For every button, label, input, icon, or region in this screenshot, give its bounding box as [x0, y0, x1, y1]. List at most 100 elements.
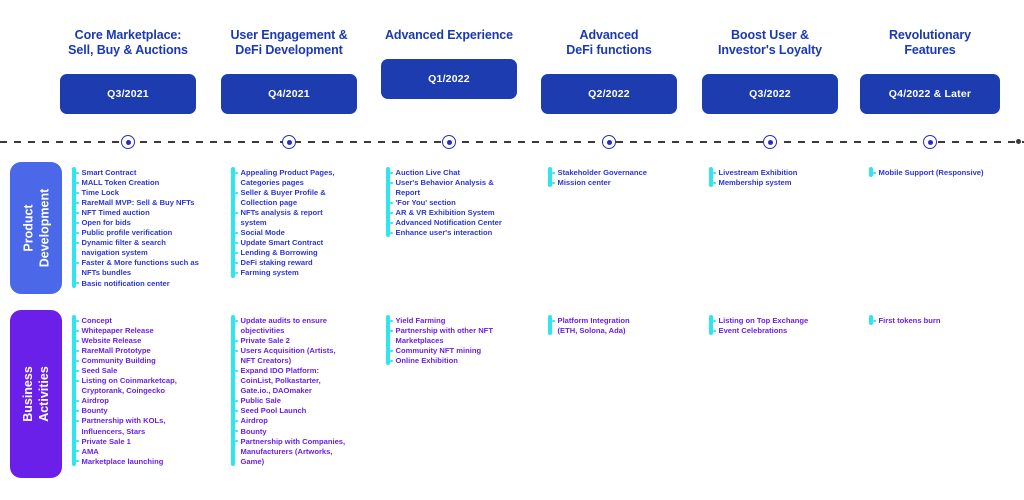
list-item: Partnership with Companies, Manufacturer… — [235, 436, 346, 466]
list-business-col2: Update audits to ensure objectivities Pri… — [235, 315, 346, 467]
list-product-col5: Livestream Exhibition Membership system — [713, 167, 797, 188]
accent-bar — [869, 315, 873, 325]
list-item: Open for bids — [76, 218, 199, 228]
row-label-line1: Product — [21, 204, 35, 252]
list-product-col3: Auction Live Chat User's Behavior Analysi… — [390, 167, 502, 238]
row-label-line1: Business — [21, 366, 35, 422]
column-header-1: Core Marketplace: Sell, Buy & Auctions Q… — [48, 28, 208, 114]
accent-bar — [869, 167, 873, 177]
list-item: Time Lock — [76, 188, 199, 198]
cell-business-col5: Listing on Top Exchange Event Celebration… — [709, 315, 859, 336]
list-item: Private Sale 1 — [76, 437, 177, 447]
quarter-badge-6[interactable]: Q4/2022 & Later — [860, 74, 1000, 114]
list-item: Smart Contract — [76, 168, 199, 178]
timeline-milestone-dot-1[interactable] — [121, 135, 135, 149]
list-item: NFT Timed auction — [76, 208, 199, 218]
timeline-milestone-dot-5[interactable] — [763, 135, 777, 149]
list-item: Basic notification center — [76, 279, 199, 289]
timeline-dashed-line — [0, 141, 1024, 143]
list-item: Public Sale — [235, 396, 346, 406]
list-item: Partnership with KOLs, Influencers, Star… — [76, 416, 177, 436]
cell-business-col6: First tokens burn — [869, 315, 1021, 326]
timeline-milestone-dot-3[interactable] — [442, 135, 456, 149]
column-header-5: Boost User & Investor's Loyalty Q3/2022 — [690, 28, 850, 114]
list-item: Private Sale 2 — [235, 336, 346, 346]
list-item: Seed Sale — [76, 366, 177, 376]
quarter-badge-2[interactable]: Q4/2021 — [221, 74, 357, 114]
column-title: Advanced DeFi functions — [566, 28, 652, 57]
list-item: Bounty — [76, 406, 177, 416]
column-title: Advanced Experience — [384, 28, 514, 42]
accent-bar — [548, 167, 552, 187]
column-title: Revolutionary Features — [888, 28, 972, 57]
list-item: Event Celebrations — [713, 326, 809, 336]
list-item: AR & VR Exhibition System — [390, 208, 502, 218]
list-item: Community Building — [76, 356, 177, 366]
cell-business-col2: Update audits to ensure objectivities Pri… — [231, 315, 383, 467]
list-item: Partnership with other NFT Marketplaces — [390, 326, 493, 346]
cell-product-col5: Livestream Exhibition Membership system — [709, 167, 859, 188]
list-item: First tokens burn — [873, 316, 941, 325]
column-title: Boost User & Investor's Loyalty — [718, 28, 822, 57]
list-item: Appealing Product Pages, Categories page… — [235, 168, 335, 188]
accent-bar — [72, 315, 76, 466]
timeline-milestone-dot-2[interactable] — [282, 135, 296, 149]
list-item: Update audits to ensure objectivities — [235, 316, 346, 336]
list-item: Faster & More functions such as NFTs bun… — [76, 258, 199, 278]
list-item: RareMall Prototype — [76, 346, 177, 356]
list-business-col1: Concept Whitepaper Release Website Release… — [76, 315, 177, 467]
list-product-col6: Mobile Support (Responsive) — [873, 167, 984, 178]
list-item: Expand IDO Platform: CoinList, Polkastar… — [235, 366, 346, 396]
list-item: Bounty — [235, 427, 346, 437]
quarter-badge-1[interactable]: Q3/2021 — [60, 74, 196, 114]
list-item: DeFi staking reward — [235, 258, 335, 268]
list-item: Airdrop — [76, 396, 177, 406]
timeline-milestone-dot-6[interactable] — [923, 135, 937, 149]
quarter-badge-3[interactable]: Q1/2022 — [381, 59, 517, 99]
list-item: Platform Integration (ETH, Solona, Ada) — [552, 316, 630, 336]
column-header-6: Revolutionary Features Q4/2022 & Later — [850, 28, 1010, 114]
quarter-badge-4[interactable]: Q2/2022 — [541, 74, 677, 114]
list-item: 'For You' section — [390, 198, 502, 208]
cell-product-col6: Mobile Support (Responsive) — [869, 167, 1021, 178]
list-item: Update Smart Contract — [235, 238, 335, 248]
accent-bar — [72, 167, 76, 288]
list-item: Enhance user's interaction — [390, 228, 502, 238]
list-item: Seed Pool Launch — [235, 406, 346, 416]
accent-bar — [709, 167, 713, 187]
accent-bar — [548, 315, 552, 335]
column-headers: Core Marketplace: Sell, Buy & Auctions Q… — [0, 0, 1024, 128]
list-item: Mission center — [552, 178, 647, 188]
list-item: Online Exhibition — [390, 356, 493, 366]
list-item: User's Behavior Analysis & Report — [390, 178, 502, 198]
list-item: Stakeholder Governance — [552, 168, 647, 177]
list-business-col6: First tokens burn — [873, 315, 941, 326]
list-item: Users Acquisition (Artists, NFT Creators… — [235, 346, 346, 366]
quarter-badge-5[interactable]: Q3/2022 — [702, 74, 838, 114]
list-item: Yield Farming — [390, 316, 493, 326]
column-header-3: Advanced Experience Q1/2022 — [369, 28, 529, 99]
list-product-col1: Smart Contract MALL Token Creation Time Lo… — [76, 167, 199, 289]
list-item: NFTs analysis & report system — [235, 208, 335, 228]
list-business-col5: Listing on Top Exchange Event Celebration… — [713, 315, 809, 336]
list-business-col3: Yield Farming Partnership with other NFT … — [390, 315, 493, 366]
list-item: Auction Live Chat — [390, 168, 502, 178]
list-item: Lending & Borrowing — [235, 248, 335, 258]
cell-product-col3: Auction Live Chat User's Behavior Analysi… — [386, 167, 541, 238]
accent-bar — [386, 315, 390, 365]
row-label-line2: Development — [37, 188, 51, 268]
row-label-product-development: Product Development — [10, 162, 62, 294]
accent-bar — [231, 315, 235, 466]
list-item: Airdrop — [235, 416, 346, 426]
cell-business-col4: Platform Integration (ETH, Solona, Ada) — [548, 315, 698, 336]
timeline-milestone-dot-4[interactable] — [602, 135, 616, 149]
list-item: Advanced Notification Center — [390, 218, 502, 228]
cell-business-col3: Yield Farming Partnership with other NFT … — [386, 315, 541, 366]
list-item: RareMall MVP: Sell & Buy NFTs — [76, 198, 199, 208]
cell-product-col4: Stakeholder Governance Mission center — [548, 167, 698, 188]
list-item: Social Mode — [235, 228, 335, 238]
list-item: Seller & Buyer Profile & Collection page — [235, 188, 335, 208]
accent-bar — [231, 167, 235, 278]
column-header-2: User Engagement & DeFi Development Q4/20… — [209, 28, 369, 114]
cell-business-col1: Concept Whitepaper Release Website Release… — [72, 315, 222, 467]
